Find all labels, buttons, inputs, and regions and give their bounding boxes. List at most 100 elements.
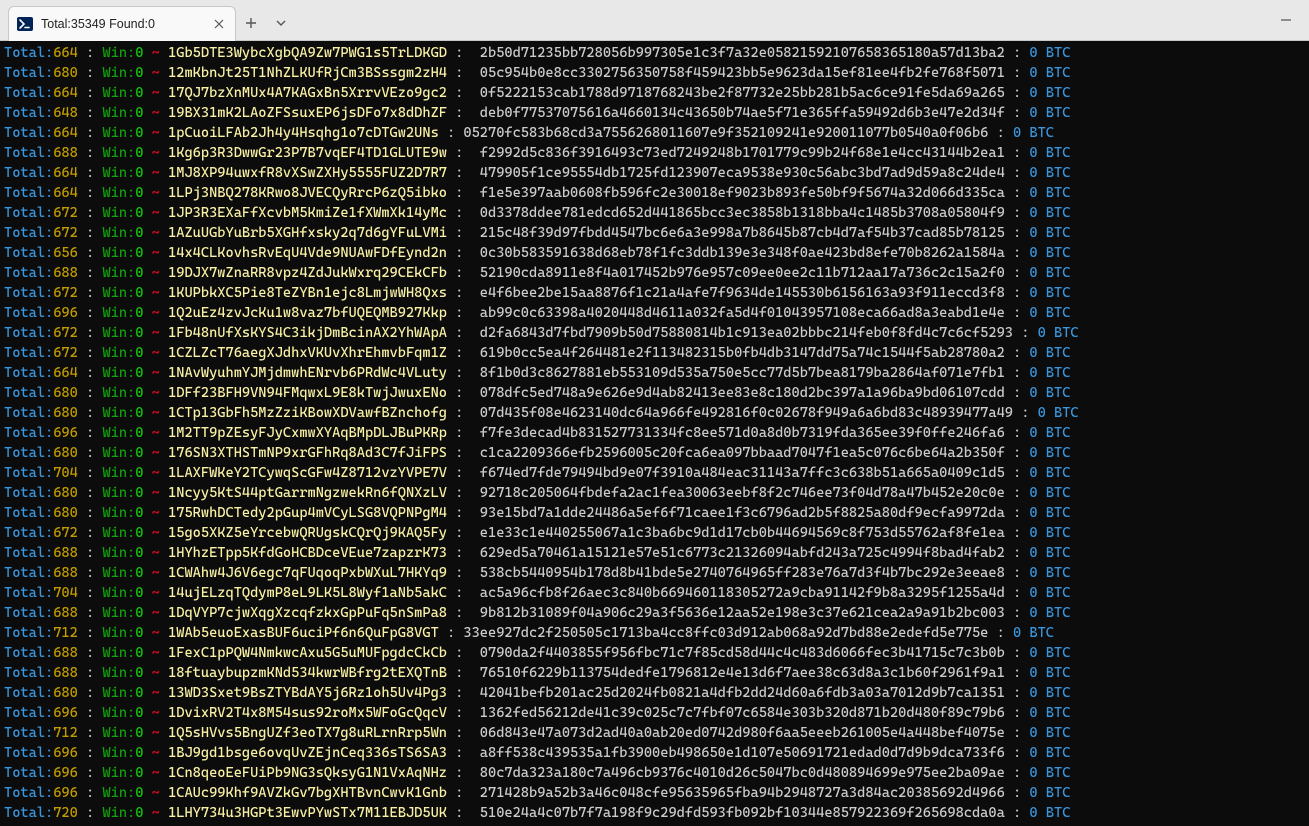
total-value: 664 [53, 365, 78, 381]
space [143, 305, 151, 321]
balance-value: 0 [1038, 325, 1046, 341]
space [143, 705, 151, 721]
tab-close-button[interactable] [211, 16, 227, 32]
space [143, 265, 151, 281]
bitcoin-address: 1LHY734u3HGPt3EwvPYwSTx7M11EBJD5UK [168, 805, 447, 821]
total-value: 688 [53, 645, 78, 661]
separator: : [78, 685, 103, 701]
hash-value: e4f6bee2be15aa8876f1c21a4afe7f9634de1455… [472, 285, 1005, 301]
balance-value: 0 [1029, 85, 1037, 101]
bitcoin-address: 1pCuoiLFAb2Jh4y4Hsqhg1o7cDTGw2UNs [168, 125, 439, 141]
tilde-separator: ~ [152, 445, 160, 461]
hash-value: f7fe3decad4b831527731334fc8ee571d0a8d0b7… [472, 425, 1005, 441]
balance-value: 0 [1029, 425, 1037, 441]
separator: : [447, 105, 472, 121]
space [143, 365, 151, 381]
separator: : [78, 805, 103, 821]
currency-label: BTC [1046, 365, 1071, 381]
bitcoin-address: 1FexC1pPQW4NmkwcAxu5G5uMUFpgdcCkCb [168, 645, 447, 661]
space [160, 285, 168, 301]
win-label: Win: [102, 445, 135, 461]
output-line: Total:680 : Win:0 ~ 1DFf23BFH9VN94FMqwxL… [4, 383, 1305, 403]
space [160, 365, 168, 381]
bitcoin-address: 1MJ8XP94uwxfR8vXSwZXHy5555FUZ2D7R7 [168, 165, 447, 181]
space [160, 685, 168, 701]
tilde-separator: ~ [152, 745, 160, 761]
output-line: Total:696 : Win:0 ~ 1Cn8qeoEeFUiPb9NG3sQ… [4, 763, 1305, 783]
hash-value: 80c7da323a180c7a496cb9376c4010d26c5047bc… [472, 765, 1005, 781]
terminal-tab[interactable]: Total:35349 Found:0 [8, 6, 236, 41]
terminal-output[interactable]: Total:664 : Win:0 ~ 1Gb5DTE3WybcXgbQA9Zw… [0, 41, 1309, 826]
space [143, 185, 151, 201]
space [1046, 405, 1054, 421]
output-line: Total:696 : Win:0 ~ 1M2TT9pZEsyFJyCxmwXY… [4, 423, 1305, 443]
output-line: Total:664 : Win:0 ~ 1Gb5DTE3WybcXgbQA9Zw… [4, 43, 1305, 63]
titlebar-drag-region[interactable] [296, 0, 1263, 40]
balance-value: 0 [1013, 125, 1021, 141]
separator: : [1005, 805, 1030, 821]
currency-label: BTC [1046, 65, 1071, 81]
currency-label: BTC [1046, 765, 1071, 781]
space [1038, 225, 1046, 241]
total-value: 696 [53, 305, 78, 321]
tilde-separator: ~ [152, 725, 160, 741]
output-line: Total:672 : Win:0 ~ 1CZLZcT76aegXJdhxVKU… [4, 343, 1305, 363]
win-label: Win: [102, 65, 135, 81]
output-line: Total:680 : Win:0 ~ 13WD3Sxet9BsZTYBdAY5… [4, 683, 1305, 703]
space [143, 245, 151, 261]
total-value: 664 [53, 45, 78, 61]
separator: : [78, 525, 103, 541]
separator: : [447, 85, 472, 101]
currency-label: BTC [1046, 725, 1071, 741]
space [160, 205, 168, 221]
separator: : [1005, 385, 1030, 401]
space [143, 745, 151, 761]
hash-value: 0d3378ddee781edcd652d441865bcc3ec3858b13… [472, 205, 1005, 221]
new-tab-button[interactable] [236, 6, 266, 40]
space [160, 45, 168, 61]
space [143, 405, 151, 421]
total-value: 680 [53, 65, 78, 81]
separator: : [447, 205, 472, 221]
separator: : [447, 545, 472, 561]
total-label: Total: [4, 805, 53, 821]
separator: : [447, 305, 472, 321]
separator: : [78, 65, 103, 81]
separator: : [78, 745, 103, 761]
window-minimize-button[interactable] [1263, 0, 1309, 40]
currency-label: BTC [1046, 585, 1071, 601]
separator: : [78, 785, 103, 801]
space [143, 725, 151, 741]
total-label: Total: [4, 145, 53, 161]
currency-label: BTC [1046, 685, 1071, 701]
separator: : [447, 345, 472, 361]
separator: : [78, 165, 103, 181]
separator: : [78, 605, 103, 621]
currency-label: BTC [1046, 745, 1071, 761]
total-value: 672 [53, 345, 78, 361]
balance-value: 0 [1038, 405, 1046, 421]
space [143, 625, 151, 641]
separator: : [78, 105, 103, 121]
space [160, 545, 168, 561]
currency-label: BTC [1046, 305, 1071, 321]
space [1038, 705, 1046, 721]
hash-value: 215c48f39d97fbdd4547bc6e6a3e998a7b8645b8… [472, 225, 1005, 241]
balance-value: 0 [1029, 805, 1037, 821]
space [143, 145, 151, 161]
bitcoin-address: 1LAXFWKeY2TCywqScGFw4Z8712vzYVPE7V [168, 465, 447, 481]
hash-value: 76510f6229b113754dedfe1796812e4e13d6f7ae… [472, 665, 1005, 681]
total-value: 688 [53, 565, 78, 581]
output-line: Total:664 : Win:0 ~ 1LPj3NBQ278KRwo8JVEC… [4, 183, 1305, 203]
total-label: Total: [4, 445, 53, 461]
output-line: Total:720 : Win:0 ~ 1LHY734u3HGPt3EwvPYw… [4, 803, 1305, 823]
separator: : [447, 285, 472, 301]
space [1038, 105, 1046, 121]
separator: : [78, 465, 103, 481]
total-value: 680 [53, 445, 78, 461]
separator: : [447, 725, 472, 741]
bitcoin-address: 1CZLZcT76aegXJdhxVKUvXhrEhmvbFqm1Z [168, 345, 447, 361]
total-label: Total: [4, 305, 53, 321]
tab-dropdown-button[interactable] [266, 6, 296, 40]
window-titlebar: Total:35349 Found:0 [0, 0, 1309, 41]
